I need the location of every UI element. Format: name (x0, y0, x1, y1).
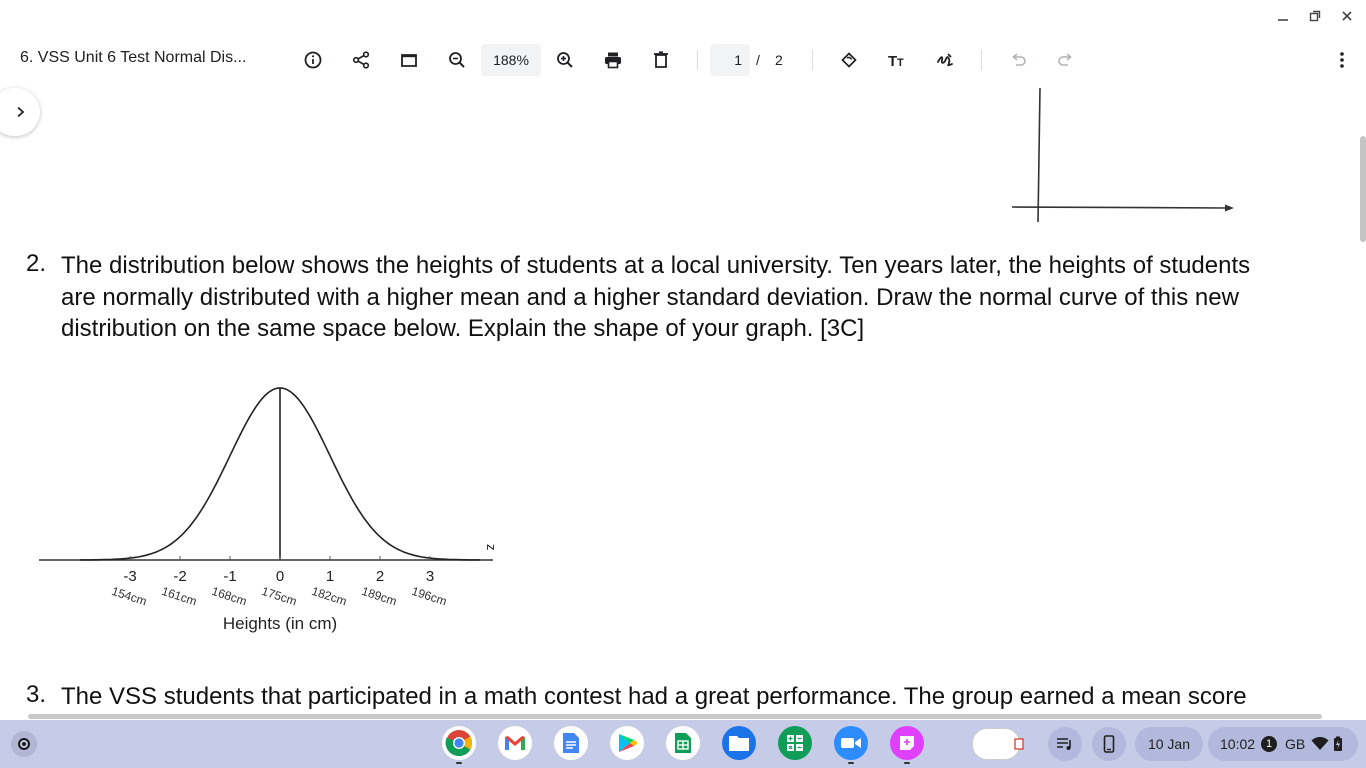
height-tick-label: 189cm (360, 584, 399, 608)
media-controls-button[interactable] (1048, 727, 1082, 761)
screenshot-thumbnail (972, 728, 1020, 760)
file-icon (1014, 738, 1024, 750)
document-title: 6. VSS Unit 6 Test Normal Dis... (20, 49, 247, 66)
restore-icon[interactable] (1304, 6, 1326, 26)
page-total: 2 (775, 52, 783, 68)
files-app-icon[interactable] (722, 726, 756, 760)
running-indicator (456, 762, 462, 764)
question-3-line-1: The VSS students that participated in a … (61, 683, 1247, 710)
z-tick-label: 1 (326, 568, 334, 585)
text-size-icon[interactable]: TT (883, 46, 911, 74)
z-tick-label: -3 (123, 568, 136, 585)
os-shelf: 10 Jan 10:02 1 GB (0, 720, 1366, 768)
more-options-icon[interactable] (1328, 46, 1356, 74)
height-tick-label: 196cm (410, 584, 449, 608)
question-2-line-1: The distribution below shows the heights… (61, 252, 1251, 279)
close-icon[interactable] (1336, 6, 1358, 26)
gmail-app-icon[interactable] (498, 726, 532, 760)
playlist-icon (1057, 738, 1071, 750)
page-number-input[interactable]: 1 (710, 44, 750, 76)
minimize-icon[interactable] (1272, 6, 1294, 26)
status-area-button[interactable]: 10:02 1 GB (1208, 727, 1358, 761)
page-separator: / (756, 52, 760, 68)
z-tick-label: -2 (173, 568, 186, 585)
date-tray-button[interactable]: 10 Jan (1135, 727, 1203, 761)
sheets-app-icon[interactable] (666, 726, 700, 760)
pdf-toolbar: 6. VSS Unit 6 Test Normal Dis... 188% 1 … (0, 38, 1366, 82)
svg-text:T: T (888, 53, 897, 70)
phone-icon (1103, 735, 1115, 753)
z-tick-label: 2 (376, 568, 384, 585)
print-icon[interactable] (599, 46, 627, 74)
undo-icon[interactable] (1004, 46, 1032, 74)
question-2-line-2: are normally distributed with a higher m… (61, 283, 1239, 311)
phone-hub-button[interactable] (1092, 727, 1126, 761)
fit-to-page-icon[interactable] (395, 46, 423, 74)
z-tick-label: 0 (276, 568, 284, 585)
question-2-number: 2. (26, 250, 47, 277)
z-tick-label: 3 (426, 568, 434, 585)
question-3-number: 3. (26, 681, 47, 708)
toolbar-divider (812, 50, 813, 70)
zoom-in-icon[interactable] (551, 46, 579, 74)
play-store-app-icon[interactable] (610, 726, 644, 760)
wifi-icon (1311, 737, 1329, 750)
x-axis-title: Heights (in cm) (223, 614, 337, 633)
running-indicator (848, 762, 854, 764)
calculator-app-icon[interactable] (778, 726, 812, 760)
vertical-scrollbar[interactable] (1360, 136, 1366, 242)
window-controls (1272, 6, 1358, 26)
chrome-app-icon[interactable] (442, 726, 476, 764)
running-indicator (904, 762, 910, 764)
share-icon[interactable] (347, 46, 375, 74)
sticky-notes-app-icon[interactable] (890, 726, 924, 764)
height-tick-label: 154cm (110, 584, 149, 608)
height-tick-label: 168cm (210, 584, 249, 608)
pdf-page: 2. The distribution below shows the heig… (0, 84, 1360, 716)
blank-axes-diagram (1011, 87, 1234, 223)
redo-icon[interactable] (1052, 46, 1080, 74)
toolbar-divider (697, 50, 698, 70)
question-2-text: The distribution below shows the heights… (61, 250, 1351, 345)
zoom-out-icon[interactable] (443, 46, 471, 74)
toolbar-divider (981, 50, 982, 70)
launcher-icon (18, 738, 30, 750)
notification-badge: 1 (1261, 736, 1278, 752)
zoom-app-icon[interactable] (834, 726, 868, 764)
svg-text:T: T (897, 57, 904, 69)
launcher-button[interactable] (11, 731, 37, 757)
date-label: 10 Jan (1147, 736, 1191, 752)
annotate-pen-icon[interactable] (931, 46, 959, 74)
question-2-line-3: distribution on the same space below. Ex… (61, 315, 865, 342)
horizontal-scrollbar[interactable] (28, 714, 1322, 719)
height-tick-label: 175cm (260, 584, 299, 608)
ime-label: GB (1285, 736, 1306, 752)
docs-app-icon[interactable] (554, 726, 588, 760)
delete-icon[interactable] (647, 46, 675, 74)
tick-group: -3154cm -2161cm -1168cm 0175cm 1182cm 2189cm 3… (110, 556, 449, 608)
battery-icon (1334, 736, 1343, 751)
height-tick-label: 182cm (310, 584, 349, 608)
height-tick-label: 161cm (160, 584, 199, 608)
zoom-level-field[interactable]: 188% (481, 44, 541, 76)
holding-space-tray[interactable] (972, 727, 1032, 761)
chevron-right-icon (17, 106, 25, 118)
info-icon[interactable] (299, 46, 327, 74)
z-axis-label: z (484, 544, 499, 551)
rotate-icon[interactable] (835, 46, 863, 74)
z-tick-label: -1 (223, 568, 236, 585)
time-label: 10:02 (1220, 736, 1256, 752)
normal-distribution-chart: z -3154cm -2161cm -1168cm 0175cm 1182cm 2189c… (39, 387, 499, 633)
